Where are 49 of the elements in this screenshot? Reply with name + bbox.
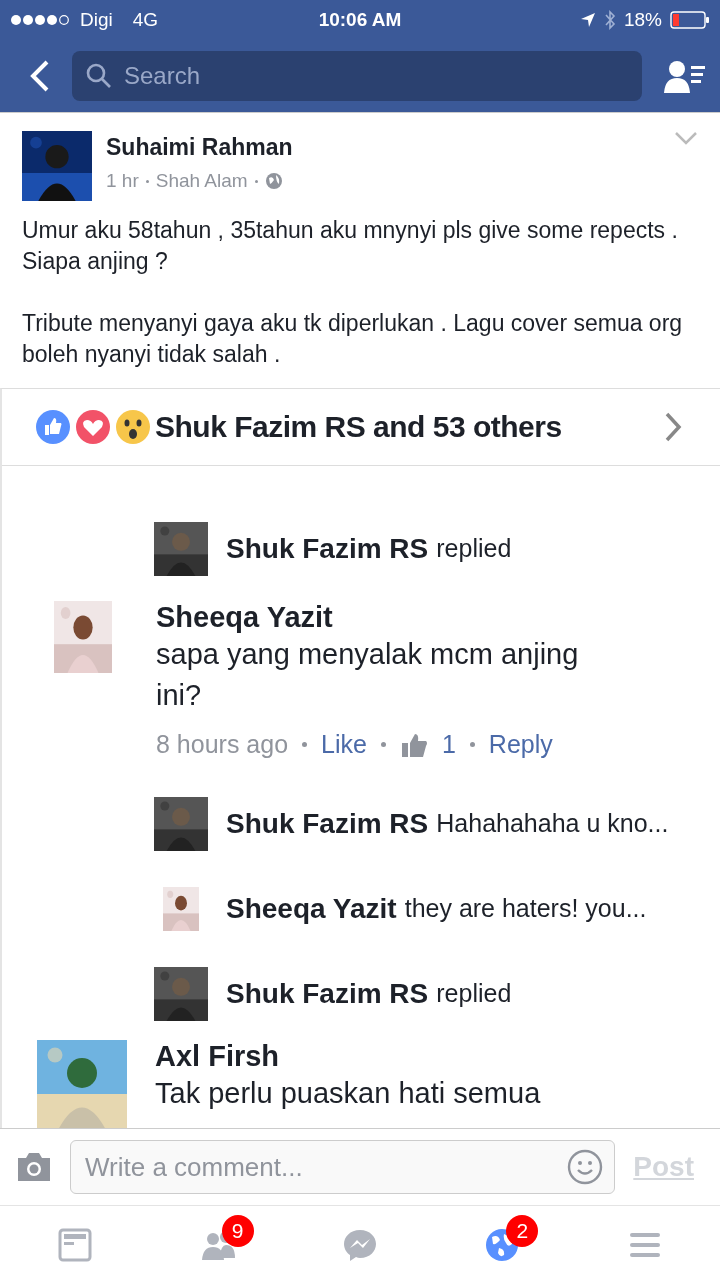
reply-preview[interactable]: they are haters! you... bbox=[404, 894, 647, 923]
commenter-name[interactable]: Shuk Fazim RS bbox=[226, 807, 429, 840]
like-count: 1 bbox=[441, 730, 456, 759]
reply-preview[interactable]: Hahahahaha u kno... bbox=[436, 809, 669, 838]
carrier-name: Digi bbox=[80, 9, 113, 31]
author-name[interactable]: Suhaimi Rahman bbox=[106, 134, 660, 161]
network-type: 4G bbox=[132, 9, 159, 31]
notification-badge: 2 bbox=[506, 1215, 539, 1247]
reaction-summary[interactable]: Shuk Fazim RS and 53 others bbox=[155, 410, 660, 444]
notification-badge: 9 bbox=[221, 1215, 254, 1247]
tab-button[interactable]: 2 bbox=[460, 1213, 545, 1277]
post-text: Umur aku 58tahun , 35tahun aku mnynyi pls give some repects . Siapa anjing ? bbox=[22, 216, 679, 276]
like-link[interactable]: Like bbox=[321, 730, 367, 759]
commenter-name[interactable]: Sheeqa Yazit bbox=[156, 601, 626, 634]
comment-text: sapa yang menyalak mcm anjing ini? bbox=[156, 637, 580, 713]
comment-field[interactable]: Write a comment... bbox=[70, 1140, 616, 1194]
love-reaction-icon bbox=[75, 409, 111, 445]
battery-icon bbox=[670, 11, 710, 29]
clock-time: 10:06 AM bbox=[318, 9, 402, 31]
post-text: Tribute menyanyi gaya aku tk diperlukan . Lagu cover semua org boleh nyanyi tidak salah . bbox=[22, 309, 684, 369]
news-feed-icon bbox=[58, 1228, 93, 1262]
comment-text: Tak perlu puaskan hati semua bbox=[155, 1076, 542, 1111]
thumbs-up-icon bbox=[399, 731, 428, 758]
like-reaction-icon bbox=[35, 409, 71, 445]
location-icon bbox=[579, 12, 596, 28]
commenter-name[interactable]: Shuk Fazim RS bbox=[226, 977, 429, 1010]
reply-link[interactable]: Reply bbox=[488, 730, 553, 759]
tab-button[interactable]: 9 bbox=[175, 1213, 260, 1277]
chevron-right-icon[interactable] bbox=[664, 411, 682, 443]
chevron-down-icon[interactable] bbox=[674, 131, 698, 145]
back-icon[interactable] bbox=[30, 60, 50, 92]
signal-icon bbox=[10, 14, 72, 26]
comment-time: 8 hours ago bbox=[156, 730, 289, 759]
commenter-name[interactable]: Shuk Fazim RS bbox=[226, 532, 429, 565]
messenger-icon bbox=[342, 1228, 377, 1262]
search-field[interactable]: Search bbox=[72, 51, 642, 101]
friend-list-icon[interactable] bbox=[664, 59, 706, 93]
bluetooth-icon bbox=[603, 10, 616, 30]
search-icon bbox=[86, 63, 112, 89]
smiley-icon[interactable] bbox=[567, 1149, 604, 1185]
reply-preview[interactable]: replied bbox=[436, 534, 512, 563]
wow-reaction-icon bbox=[115, 409, 151, 445]
post-time: 1 hr bbox=[106, 170, 139, 192]
camera-icon[interactable] bbox=[16, 1152, 52, 1182]
globe-icon bbox=[264, 172, 283, 190]
reply-preview[interactable]: replied bbox=[436, 979, 512, 1008]
commenter-name[interactable]: Axl Firsh bbox=[155, 1040, 625, 1073]
battery-percent: 18% bbox=[623, 9, 662, 31]
commenter-name[interactable]: Sheeqa Yazit bbox=[226, 892, 397, 925]
